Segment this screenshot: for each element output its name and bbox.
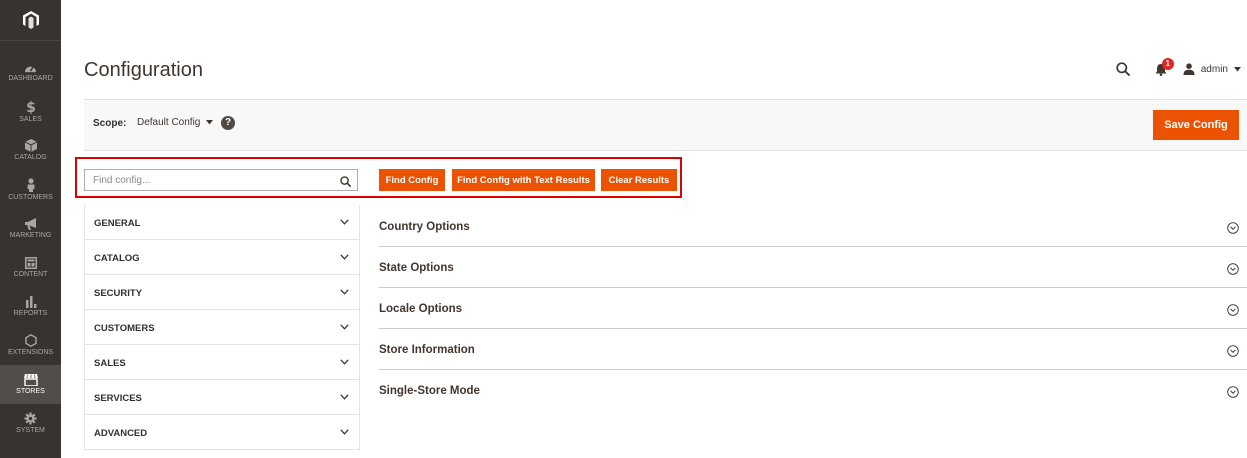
config-tabs: GENERAL CATALOG SECURITY CUSTOMERS SALES… <box>84 205 360 450</box>
box-icon <box>24 139 37 152</box>
magento-logo-icon <box>22 11 39 29</box>
person-icon <box>27 177 34 192</box>
user-name: admin <box>1200 63 1228 75</box>
sidebar-item-label: REPORTS <box>13 310 48 317</box>
sidebar-item-dashboard[interactable]: DASHBOARD <box>0 53 61 92</box>
chevron-down-icon <box>340 429 349 435</box>
hexagon-icon <box>24 334 37 347</box>
expand-circle-icon[interactable] <box>1227 304 1239 316</box>
gear-icon <box>24 412 37 425</box>
chevron-down-icon <box>340 324 349 330</box>
scope-switcher[interactable]: Default Config <box>137 117 214 128</box>
user-icon <box>1183 63 1195 75</box>
config-search-input[interactable] <box>85 170 341 190</box>
section-title: Single-Store Mode <box>379 385 480 397</box>
chevron-down-icon <box>340 289 349 295</box>
page-title: Configuration <box>84 59 203 81</box>
tab-label: ADVANCED <box>94 428 148 439</box>
svg-text:$: $ <box>26 100 36 114</box>
sidebar-item-label: MARKETING <box>9 231 52 239</box>
sidebar-item-label: DASHBOARD <box>8 75 53 82</box>
expand-circle-icon[interactable] <box>1227 263 1239 275</box>
section-store-information[interactable]: Store Information <box>379 329 1247 370</box>
tab-label: SALES <box>94 358 126 369</box>
user-menu[interactable]: admin <box>1179 63 1241 75</box>
save-config-button[interactable]: Save Config <box>1153 110 1239 140</box>
expand-circle-icon[interactable] <box>1227 386 1239 398</box>
bar-chart-icon <box>25 296 36 308</box>
notification-count-badge: 1 <box>1161 58 1174 70</box>
search-icon <box>340 176 351 187</box>
tab-label: SERVICES <box>94 393 142 404</box>
sidebar-item-label: CATALOG <box>14 154 47 161</box>
tab-label: CUSTOMERS <box>94 323 155 334</box>
chevron-down-icon <box>340 254 349 260</box>
tab-sales[interactable]: SALES <box>85 345 359 380</box>
sidebar-item-label: SYSTEM <box>16 427 45 434</box>
find-config-text-results-button[interactable]: Find Config with Text Results <box>452 169 595 191</box>
tab-catalog[interactable]: CATALOG <box>85 240 359 275</box>
scope-label: Scope: <box>93 118 127 129</box>
sidebar-item-system[interactable]: SYSTEM <box>0 404 61 443</box>
config-search-submit[interactable] <box>340 174 351 192</box>
section-title: Country Options <box>379 221 470 233</box>
help-icon[interactable]: ? <box>221 116 235 130</box>
sidebar-item-customers[interactable]: CUSTOMERS <box>0 170 61 209</box>
caret-down-icon <box>206 120 214 125</box>
sidebar-item-catalog[interactable]: CATALOG <box>0 131 61 170</box>
tab-label: SECURITY <box>94 288 143 299</box>
magento-logo[interactable] <box>0 0 61 41</box>
caret-down-icon <box>1234 66 1241 71</box>
config-search-box <box>84 169 358 191</box>
tab-security[interactable]: SECURITY <box>85 275 359 310</box>
expand-circle-icon[interactable] <box>1227 222 1239 234</box>
expand-circle-icon[interactable] <box>1227 345 1239 357</box>
sidebar-item-label: CONTENT <box>13 270 48 278</box>
tab-label: CATALOG <box>94 253 140 264</box>
chevron-down-icon <box>340 394 349 400</box>
search-icon <box>1116 62 1130 76</box>
tab-advanced[interactable]: ADVANCED <box>85 415 359 450</box>
global-search-button[interactable] <box>1103 58 1143 80</box>
clear-results-button[interactable]: Clear Results <box>601 169 677 191</box>
chevron-down-icon <box>340 219 349 225</box>
tab-services[interactable]: SERVICES <box>85 380 359 415</box>
sidebar-item-label: SALES <box>19 115 42 123</box>
section-title: Store Information <box>379 344 475 356</box>
section-single-store-mode[interactable]: Single-Store Mode <box>379 370 1247 411</box>
find-config-button[interactable]: Find Config <box>379 169 445 191</box>
config-sections: Country Options State Options Locale Opt… <box>379 206 1247 411</box>
tab-label: GENERAL <box>94 218 141 229</box>
admin-sidebar: DASHBOARD $ SALES CATALOG CUSTOMERS MARK… <box>0 0 61 458</box>
store-icon <box>23 373 38 386</box>
section-locale-options[interactable]: Locale Options <box>379 288 1247 329</box>
layout-icon <box>24 256 37 269</box>
section-title: Locale Options <box>379 303 463 315</box>
chevron-down-icon <box>340 359 349 365</box>
sidebar-item-extensions[interactable]: EXTENSIONS <box>0 326 61 365</box>
tab-general[interactable]: GENERAL <box>85 205 359 240</box>
sidebar-item-marketing[interactable]: MARKETING <box>0 209 61 248</box>
megaphone-icon <box>24 217 36 230</box>
sidebar-item-stores[interactable]: STORES <box>0 365 61 404</box>
sidebar-item-reports[interactable]: REPORTS <box>0 287 61 326</box>
sidebar-item-sales[interactable]: $ SALES <box>0 92 61 131</box>
section-title: State Options <box>379 262 454 274</box>
sidebar-item-label: STORES <box>16 387 45 395</box>
notifications-button[interactable]: 1 <box>1143 58 1179 80</box>
scope-bar: Scope: Default Config ? Save Config <box>84 99 1247 151</box>
sidebar-item-content[interactable]: CONTENT <box>0 248 61 287</box>
dollar-icon: $ <box>26 100 36 114</box>
dashboard-icon <box>25 66 36 73</box>
scope-value: Default Config <box>137 117 201 128</box>
sidebar-item-label: CUSTOMERS <box>8 193 53 201</box>
tab-customers[interactable]: CUSTOMERS <box>85 310 359 345</box>
section-country-options[interactable]: Country Options <box>379 206 1247 247</box>
header-actions: 1 admin <box>1103 58 1241 80</box>
section-state-options[interactable]: State Options <box>379 247 1247 288</box>
sidebar-item-label: EXTENSIONS <box>7 349 54 356</box>
